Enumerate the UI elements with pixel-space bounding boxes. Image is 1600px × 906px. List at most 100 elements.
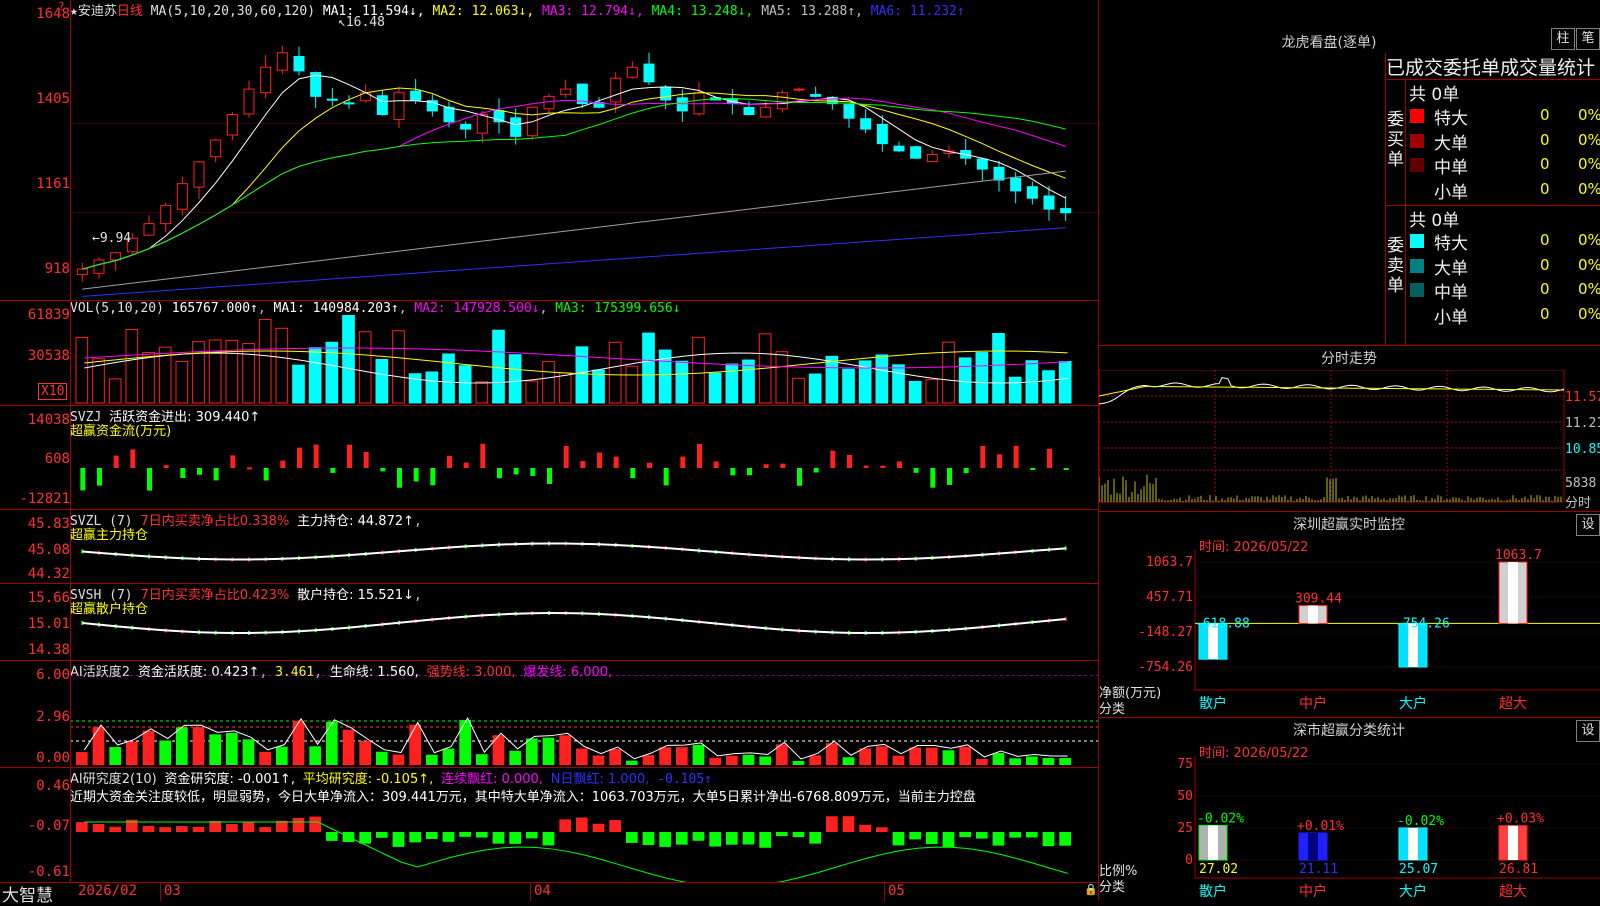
research-bar	[559, 819, 571, 832]
svsh-chart[interactable]	[70, 598, 1098, 660]
sz-class-change: +0.01%	[1297, 819, 1344, 834]
research-bar	[1009, 832, 1021, 838]
kline-chart[interactable]: ↖16.48 ←9.94	[70, 14, 1098, 300]
sz-monitor-value: 1063.7	[1495, 548, 1542, 563]
candle-body	[926, 154, 938, 163]
activity-bar	[226, 732, 238, 765]
order-swatch	[1410, 258, 1424, 273]
candle-body	[443, 106, 455, 123]
activity-bar	[492, 735, 505, 765]
flow-bar	[713, 461, 719, 468]
flow-bar	[630, 468, 636, 479]
activity-bar	[326, 721, 338, 765]
volume-bar	[808, 373, 822, 404]
kline-axis: 1648 1405 1161 918	[0, 0, 70, 300]
volume-bar	[842, 368, 855, 404]
intraday-panel[interactable]: 分时走势 11.57 11.21 10.85 5838 分时	[1099, 346, 1600, 512]
volume-bar	[258, 318, 272, 404]
research-bar	[592, 823, 605, 832]
research-bar	[376, 832, 388, 838]
svzl-panel[interactable]: SVZL (7) 7日内买卖净占比0.338% 主力持仓: 44.872↑, 超…	[0, 510, 1098, 584]
activity-bar	[459, 720, 471, 765]
kline-axis-label: 1161	[36, 176, 70, 192]
flow-bar	[580, 461, 586, 468]
flow-bar	[930, 468, 936, 488]
sz-class-axis-label: 0	[1185, 853, 1193, 868]
ai-activity-chart[interactable]	[70, 675, 1098, 767]
candle-body	[93, 259, 105, 274]
ai1-axis-label: 0.00	[36, 750, 70, 766]
activity-bar	[476, 754, 488, 765]
intraday-chart[interactable]	[1099, 370, 1600, 511]
sz-monitor-axis-label: -754.26	[1138, 660, 1193, 675]
flow-bar	[547, 468, 552, 485]
date-label: 05	[888, 883, 905, 899]
svzl-axis-label: 44.32	[27, 566, 70, 582]
candle-body	[793, 88, 805, 91]
sz-monitor-axis-label: 457.71	[1146, 590, 1193, 605]
research-bar	[142, 825, 155, 832]
order-row: 中单 0 0%	[1408, 153, 1600, 178]
sz-monitor-category: 超大	[1499, 696, 1527, 712]
candle-body	[610, 77, 622, 103]
order-swatch	[1410, 158, 1424, 172]
corner-marker: ?	[58, 0, 65, 13]
svsh-panel[interactable]: SVSH (7) 7日内买卖净占比0.423% 散户持仓: 15.521↓, 超…	[0, 584, 1098, 661]
svzj-panel[interactable]: SVZJ 活跃资金进出: 309.440↑ 超赢资金流(万元) 14038 60…	[0, 406, 1098, 510]
research-bar	[792, 832, 805, 838]
sz-monitor-panel[interactable]: 深圳超赢实时监控 设 时间: 2026/05/22 1063.7 457.71 -1…	[1099, 512, 1600, 718]
svzl-chart[interactable]	[70, 524, 1098, 583]
flow-bar	[380, 468, 386, 472]
ai-research-chart[interactable]	[70, 802, 1098, 882]
date-divider	[530, 883, 531, 901]
flow-bar	[480, 443, 486, 468]
kline-panel[interactable]: ★安迪苏日线 MA(5,10,20,30,60,120) MA1: 11.594…	[0, 0, 1098, 301]
candle-body	[210, 139, 222, 158]
activity-bar	[876, 746, 888, 765]
research-bar	[642, 832, 655, 846]
svzj-chart[interactable]	[70, 420, 1098, 509]
activity-bar	[942, 750, 955, 765]
tick-view-button[interactable]: 笔	[1576, 28, 1600, 50]
longhu-tabs[interactable]: 已成交委托单成交量统计	[1385, 53, 1600, 77]
research-bar	[176, 826, 188, 832]
activity-bar	[759, 756, 771, 765]
volume-bar	[308, 347, 322, 404]
volume-panel[interactable]: VOL(5,10,20) 165767.000↑, MA1: 140984.20…	[0, 301, 1098, 406]
flow-bar	[347, 444, 352, 468]
flow-bar	[297, 447, 302, 468]
sz-class-chart: 75 50 25 0 -0.02% 27.02 散户 +0.01% 21.11 中户 -0.02% 2…	[1177, 756, 1600, 900]
bar-view-button[interactable]: 柱	[1551, 28, 1575, 50]
candle-body	[860, 118, 872, 130]
candle-body	[110, 252, 122, 261]
order-count: 0	[1540, 280, 1550, 298]
vol-ma2: MA2: 147928.500↓	[414, 301, 540, 316]
candle-body	[493, 110, 505, 123]
volume-bar	[125, 328, 139, 404]
sz-monitor-axis-label: -148.27	[1138, 625, 1193, 640]
svzj-axis-label: 14038	[27, 412, 70, 428]
ai-research-panel[interactable]: AI研究度2(10) 资金研究度: -0.001↑, 平均研究度: -0.105…	[0, 768, 1098, 882]
sz-class-value: 21.11	[1299, 862, 1338, 877]
research-bar	[426, 832, 438, 839]
volume-bar	[575, 346, 589, 404]
research-bar	[709, 832, 721, 847]
brand-label[interactable]: 大智慧	[2, 881, 53, 906]
activity-bar	[509, 750, 521, 765]
ai-activity-panel[interactable]: AI活跃度2 资金活跃度: 0.423↑, 3.461, 生命线: 1.560,…	[0, 661, 1098, 768]
buy-side-label: 委买单	[1387, 110, 1404, 170]
ai2-v4: N日飘红: 1.000,	[550, 772, 650, 787]
volume-bar	[708, 372, 722, 404]
candle-body	[510, 117, 522, 137]
lock-icon[interactable]: 🔒	[1084, 883, 1098, 896]
sz-class-panel[interactable]: 深市超赢分类统计 设 时间: 2026/05/22 75 50 25 0 -0.02% 2…	[1099, 718, 1600, 900]
research-bar	[876, 827, 888, 832]
activity-bar	[292, 720, 305, 765]
volume-chart[interactable]	[70, 315, 1098, 405]
flow-bar	[597, 452, 602, 468]
sz-class-axis-label: 75	[1177, 757, 1193, 772]
order-swatch	[1410, 109, 1424, 123]
vol-axis-label: 30538	[27, 348, 70, 364]
candle-body	[476, 114, 488, 134]
activity-bar	[176, 727, 188, 765]
